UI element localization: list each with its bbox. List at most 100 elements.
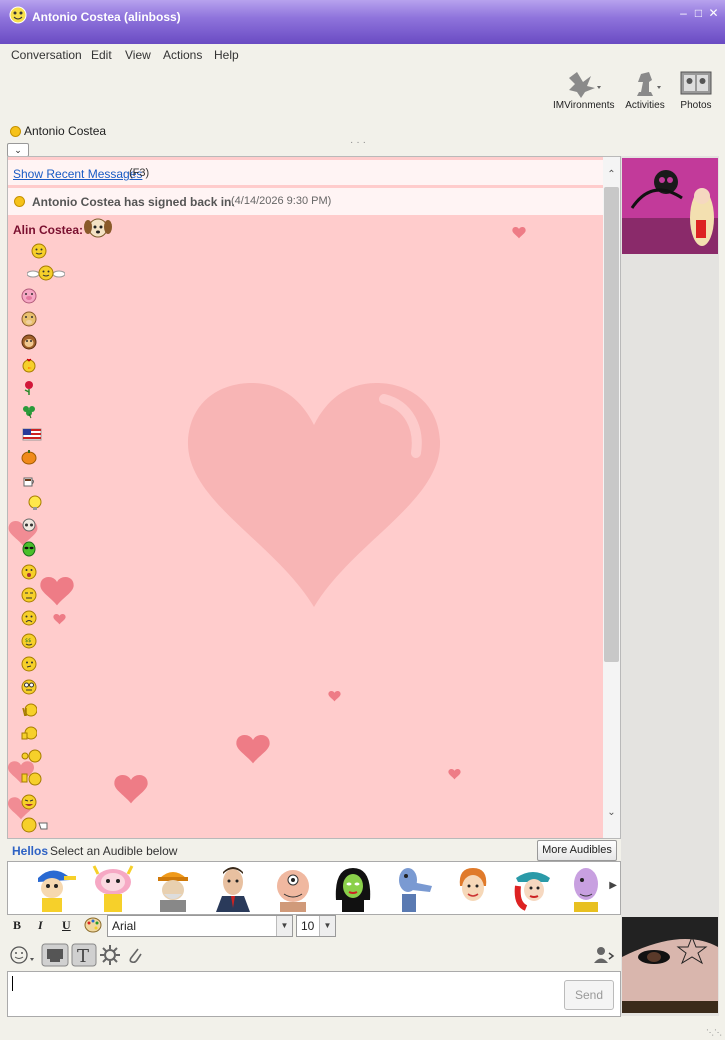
italic-button[interactable]: I	[38, 918, 43, 933]
window-resize-grip[interactable]: ⋱⋱	[706, 1028, 722, 1037]
menu-view[interactable]: View	[125, 48, 151, 62]
photos-button[interactable]: Photos	[676, 68, 716, 111]
audible-character-icon[interactable]	[390, 864, 436, 912]
puppy-emoticon-icon	[84, 218, 112, 238]
color-palette-icon[interactable]	[84, 917, 102, 933]
title-bar[interactable]: Antonio Costea (alinboss) – □ ✕	[0, 0, 725, 44]
menu-help[interactable]: Help	[214, 48, 239, 62]
audible-character-icon[interactable]	[150, 864, 196, 912]
audible-character-icon[interactable]	[510, 864, 556, 912]
message-input[interactable]: Send	[7, 971, 621, 1017]
audible-character-icon[interactable]	[210, 864, 256, 912]
photos-icon	[680, 71, 712, 95]
chicken-emoticon-icon	[22, 358, 36, 373]
close-button[interactable]: ✕	[707, 7, 720, 20]
pumpkin-emoticon-icon	[21, 450, 37, 465]
svg-text:T: T	[77, 946, 89, 967]
heart-decoration	[53, 614, 66, 625]
big-heart-background	[187, 383, 441, 607]
angel-emoticon-icon	[27, 265, 65, 281]
send-button[interactable]: Send	[564, 980, 614, 1010]
chevron-down-icon[interactable]: ▼	[319, 916, 335, 936]
sender-name: Alin Costea:	[13, 223, 84, 237]
audible-character-icon[interactable]	[270, 864, 316, 912]
scroll-down-arrow-icon[interactable]: ⌄	[603, 807, 620, 818]
photos-label: Photos	[680, 100, 712, 111]
chevron-down-icon[interactable]: ▼	[276, 916, 292, 936]
nudge-icon[interactable]	[41, 943, 69, 967]
text-caret	[12, 976, 13, 991]
text-format-icon[interactable]: T	[71, 943, 97, 967]
imvironments-button[interactable]: IMVironments	[553, 68, 615, 111]
menu-conversation[interactable]: Conversation	[11, 48, 82, 62]
audible-character-icon[interactable]	[450, 864, 496, 912]
heart-decoration	[114, 775, 148, 804]
more-audibles-button[interactable]: More Audibles	[537, 840, 617, 861]
font-size-value: 10	[301, 919, 315, 933]
maximize-button[interactable]: □	[692, 7, 705, 20]
scroll-up-arrow-icon[interactable]: ⌃	[603, 169, 620, 180]
emoticon-icon	[31, 243, 47, 259]
rose-emoticon-icon	[24, 381, 33, 395]
audibles-hint: Select an Audible below	[50, 844, 178, 858]
heart-decoration	[40, 577, 74, 606]
underline-button[interactable]: U	[62, 918, 71, 933]
rolling-eyes-emoticon-icon	[21, 679, 37, 695]
audible-character-icon[interactable]	[566, 864, 600, 912]
messenger-icon	[9, 6, 27, 24]
activities-button[interactable]: Activities	[622, 68, 668, 111]
straight-face-emoticon-icon	[21, 587, 37, 603]
menu-edit[interactable]: Edit	[91, 48, 112, 62]
recent-messages-bar: Show Recent Messages (F3)	[8, 160, 603, 189]
font-family-select[interactable]: Arial ▼	[107, 915, 293, 937]
conversation-scrollbar[interactable]: ⌃ ⌄	[603, 157, 620, 838]
wave-emoticon-icon	[21, 772, 42, 786]
conversation-pane[interactable]: Show Recent Messages (F3) Antonio Costea…	[7, 156, 621, 839]
emoticons-icon[interactable]	[10, 946, 36, 964]
font-size-select[interactable]: 10 ▼	[296, 915, 336, 937]
heart-decoration	[512, 227, 526, 239]
minimize-button[interactable]: –	[677, 7, 690, 20]
audible-character-icon[interactable]	[90, 864, 136, 912]
contact-name: Antonio Costea	[24, 124, 107, 138]
svg-text:$$: $$	[25, 638, 31, 644]
activities-label: Activities	[625, 100, 665, 111]
my-avatar[interactable]	[622, 917, 718, 1013]
audible-character-icon[interactable]	[30, 864, 76, 912]
attachment-icon[interactable]	[126, 945, 144, 965]
audible-character-icon[interactable]	[330, 864, 376, 912]
scrollbar-thumb[interactable]	[604, 187, 619, 662]
signin-timestamp: (4/14/2026 9:30 PM)	[231, 195, 332, 207]
imvironments-label: IMVironments	[553, 100, 615, 111]
message-sender: Alin Costea:	[13, 223, 83, 237]
audibles-strip: ▶	[7, 861, 621, 915]
compose-tools-bar: T	[7, 941, 619, 969]
resize-grip[interactable]: ···	[350, 137, 369, 148]
surprised-emoticon-icon	[21, 564, 37, 580]
heart-decoration	[448, 769, 461, 780]
flag-emoticon-icon	[22, 428, 42, 441]
money-emoticon-icon: $$	[21, 633, 37, 649]
plugins-icon[interactable]	[100, 945, 120, 965]
audibles-category[interactable]: Hellos	[12, 844, 48, 858]
add-contact-icon[interactable]	[593, 946, 615, 964]
thumbs-down-emoticon-icon	[21, 726, 37, 740]
clapping-emoticon-icon	[21, 749, 42, 763]
bold-button[interactable]: B	[13, 918, 21, 933]
skull-emoticon-icon	[22, 518, 36, 532]
show-recent-messages-link[interactable]: Show Recent Messages	[13, 167, 142, 181]
pig-emoticon-icon	[21, 288, 37, 304]
online-status-icon	[10, 126, 21, 138]
menu-bar: Conversation Edit View Actions Help	[0, 44, 725, 66]
collapse-toggle[interactable]: ⌄	[7, 143, 29, 157]
font-family-value: Arial	[112, 919, 137, 933]
signin-notice: Antonio Costea has signed back in. (4/14…	[8, 188, 603, 215]
online-status-icon	[14, 196, 25, 207]
heart-decoration	[236, 735, 270, 764]
window-title: Antonio Costea (alinboss)	[32, 10, 181, 24]
signin-message: Antonio Costea has signed back in.	[32, 195, 235, 209]
contact-avatar[interactable]	[622, 158, 718, 254]
audibles-next-arrow-icon[interactable]: ▶	[609, 880, 617, 891]
menu-actions[interactable]: Actions	[163, 48, 202, 62]
laughing-emoticon-icon	[21, 794, 37, 810]
